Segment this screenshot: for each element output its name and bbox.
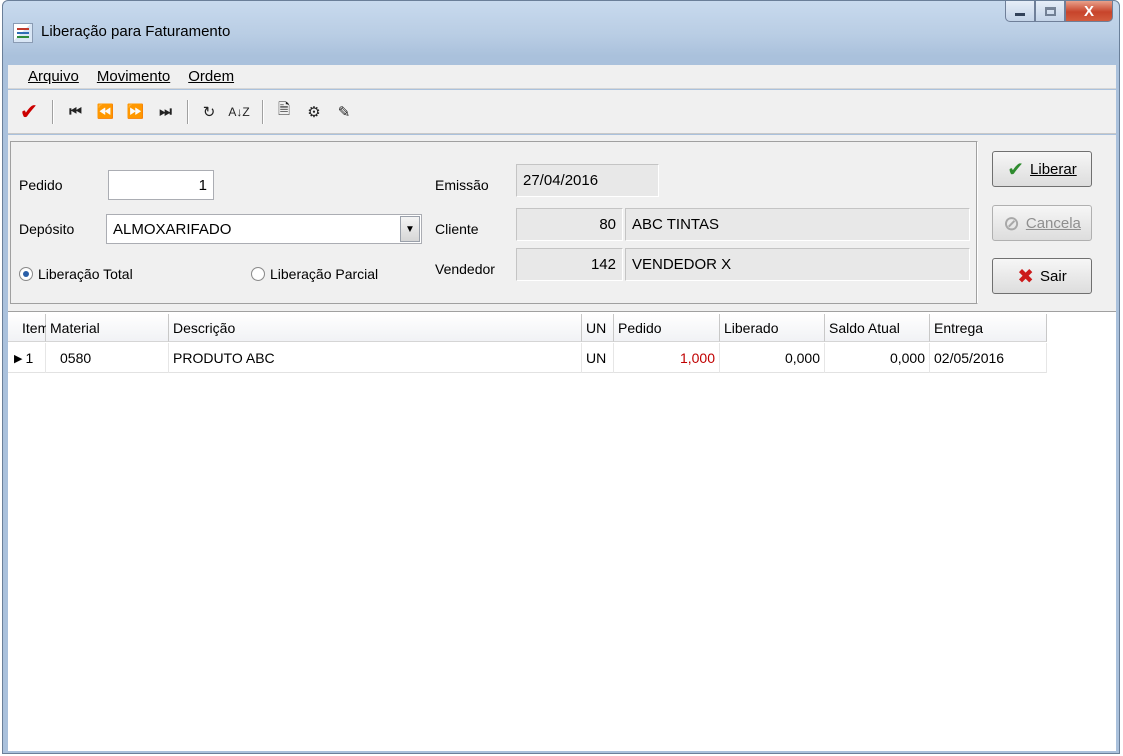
next-record-icon[interactable]: ⏩ <box>123 99 145 125</box>
cancel-icon: ⊘ <box>1003 212 1020 235</box>
radio-unselected-icon <box>251 267 265 281</box>
vendedor-name-field: VENDEDOR X <box>625 248 970 281</box>
order-form: Pedido 1 Emissão 27/04/2016 Depósito ALM… <box>10 141 978 304</box>
column-header-descricao[interactable]: Descrição <box>169 314 582 342</box>
emissao-label: Emissão <box>435 177 489 193</box>
refresh-icon[interactable]: ↻ <box>198 99 220 125</box>
cliente-label: Cliente <box>435 221 479 237</box>
toolbar-separator <box>52 99 53 124</box>
cell-pedido[interactable]: 1,000 <box>614 343 720 373</box>
radio-liberacao-parcial[interactable]: Liberação Parcial <box>251 266 378 282</box>
emissao-field: 27/04/2016 <box>516 164 659 197</box>
first-record-icon[interactable]: ⏮ <box>63 99 85 125</box>
menu-movimento[interactable]: Movimento <box>97 68 170 85</box>
grid-header: Item Material Descrição UN Pedido Libera… <box>8 314 1047 342</box>
column-header-pedido[interactable]: Pedido <box>614 314 720 342</box>
table-row[interactable]: ▶ 1 0580 PRODUTO ABC UN 1,000 0,000 0,00… <box>8 343 1047 373</box>
cliente-code-field: 80 <box>516 208 623 241</box>
close-button[interactable]: X <box>1065 1 1113 22</box>
toolbar-separator <box>187 99 188 124</box>
previous-record-icon[interactable]: ⏪ <box>93 99 115 125</box>
cell-un[interactable]: UN <box>582 343 614 373</box>
toolbar: ✔ ⏮ ⏪ ⏩ ⏭ ↻ A↓Z 🗎 ⚙ ✎ <box>8 90 1116 134</box>
vendedor-code-field: 142 <box>516 248 623 281</box>
title-bar: Liberação para Faturamento X <box>3 1 1119 59</box>
radio-selected-icon <box>19 267 33 281</box>
cell-material[interactable]: 0580 <box>46 343 169 373</box>
deposito-label: Depósito <box>19 221 75 237</box>
liberar-button[interactable]: ✔ Liberar <box>992 151 1092 187</box>
toolbar-separator <box>262 99 263 124</box>
deposito-select[interactable]: ALMOXARIFADO ▼ <box>106 214 422 244</box>
radio-liberacao-total[interactable]: Liberação Total <box>19 266 133 282</box>
cell-saldo-atual[interactable]: 0,000 <box>825 343 930 373</box>
minimize-button[interactable] <box>1005 1 1035 22</box>
column-header-saldo-atual[interactable]: Saldo Atual <box>825 314 930 342</box>
pedido-input[interactable]: 1 <box>108 170 214 200</box>
cliente-name-field: ABC TINTAS <box>625 208 970 241</box>
cancela-button[interactable]: ⊘ Cancela <box>992 205 1092 241</box>
sort-icon[interactable]: A↓Z <box>228 99 250 125</box>
close-icon: X <box>1083 2 1094 20</box>
window-title: Liberação para Faturamento <box>41 23 231 40</box>
maximize-button[interactable] <box>1035 1 1065 22</box>
settings-icon[interactable]: ⚙ <box>303 99 325 125</box>
items-grid: Item Material Descrição UN Pedido Libera… <box>8 311 1116 751</box>
menu-ordem[interactable]: Ordem <box>188 68 234 85</box>
cell-entrega[interactable]: 02/05/2016 <box>930 343 1047 373</box>
header-panel: Pedido 1 Emissão 27/04/2016 Depósito ALM… <box>8 135 1116 311</box>
column-header-material[interactable]: Material <box>46 314 169 342</box>
menu-arquivo[interactable]: Arquivo <box>28 68 79 85</box>
menu-bar: Arquivo Movimento Ordem <box>8 65 1116 89</box>
column-header-liberado[interactable]: Liberado <box>720 314 825 342</box>
confirm-icon[interactable]: ✔ <box>18 99 40 125</box>
last-record-icon[interactable]: ⏭ <box>153 99 175 125</box>
chevron-down-icon[interactable]: ▼ <box>400 216 420 242</box>
document-icon[interactable]: 🗎 <box>273 99 295 125</box>
cell-liberado[interactable]: 0,000 <box>720 343 825 373</box>
column-header-un[interactable]: UN <box>582 314 614 342</box>
tool-icon[interactable]: ✎ <box>333 99 355 125</box>
pedido-label: Pedido <box>19 177 63 193</box>
column-header-entrega[interactable]: Entrega <box>930 314 1047 342</box>
minimize-icon <box>1015 12 1025 16</box>
sair-button[interactable]: ✖ Sair <box>992 258 1092 294</box>
column-header-item[interactable]: Item <box>8 314 49 342</box>
vendedor-label: Vendedor <box>435 261 495 277</box>
cell-descricao[interactable]: PRODUTO ABC <box>169 343 582 373</box>
row-pointer-icon: ▶ 1 <box>8 343 46 373</box>
maximize-icon <box>1044 6 1056 16</box>
window-controls: X <box>1005 1 1113 23</box>
deposito-value: ALMOXARIFADO <box>113 220 232 238</box>
check-icon: ✔ <box>1007 158 1025 181</box>
application-window: Liberação para Faturamento X Arquivo Mov… <box>2 0 1120 754</box>
app-icon <box>13 23 33 43</box>
close-icon: ✖ <box>1017 265 1035 288</box>
